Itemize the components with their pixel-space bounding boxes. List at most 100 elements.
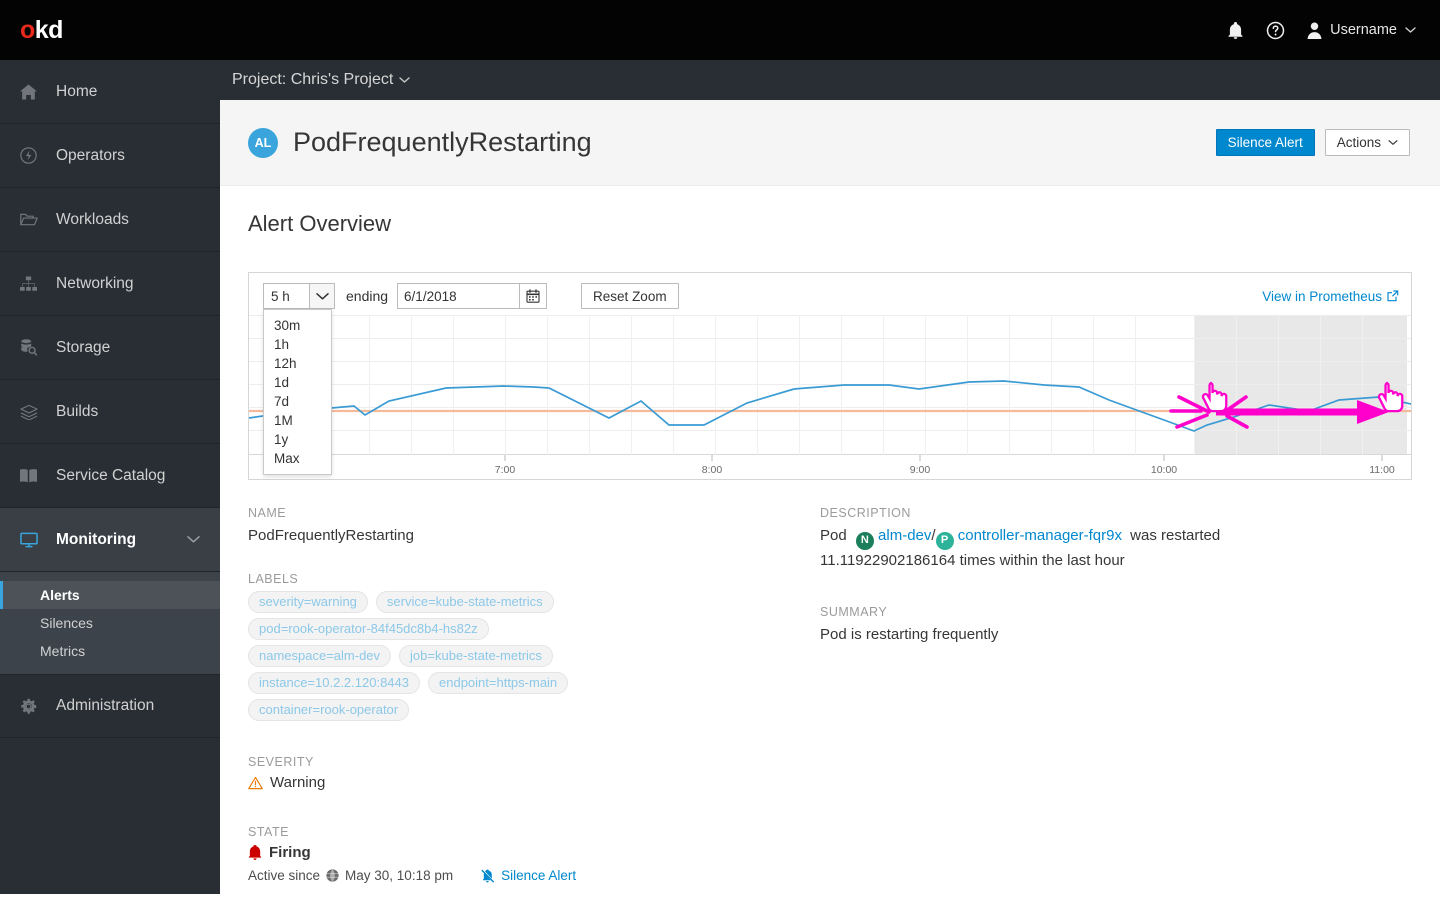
name-label: NAME xyxy=(248,506,287,520)
project-bar: Project: Chris's Project xyxy=(220,60,1440,100)
timespan-select[interactable]: 5 h 30m 1h 12h 1d 7d 1M 1y Max xyxy=(263,283,335,475)
end-date-input[interactable] xyxy=(397,283,520,309)
sidebar-item-label: Networking xyxy=(56,274,134,292)
sitemap-icon xyxy=(20,275,44,292)
labels-list: severity=warning service=kube-state-metr… xyxy=(248,591,578,722)
label-pill[interactable]: instance=10.2.2.120:8443 xyxy=(248,672,420,695)
project-selector[interactable]: Project: Chris's Project xyxy=(232,71,411,89)
chevron-down-icon[interactable] xyxy=(309,283,335,309)
label-pill[interactable]: endpoint=https-main xyxy=(428,672,569,695)
chevron-down-icon[interactable] xyxy=(187,531,200,549)
state-label: STATE xyxy=(248,825,289,840)
actions-dropdown-button[interactable]: Actions xyxy=(1324,129,1410,156)
gear-icon xyxy=(20,698,44,715)
timespan-option-30m[interactable]: 30m xyxy=(264,316,331,335)
sidebar-item-builds[interactable]: Builds xyxy=(0,380,220,444)
severity-block: SEVERITY Warning xyxy=(248,755,788,791)
namespace-link[interactable]: alm-dev xyxy=(878,527,931,544)
label-pill[interactable]: severity=warning xyxy=(248,591,368,614)
warning-triangle-icon xyxy=(248,776,263,790)
name-block: NAME PodFrequentlyRestarting xyxy=(248,506,788,546)
alert-graph-card: 5 h 30m 1h 12h 1d 7d 1M 1y Max ending Re… xyxy=(248,272,1412,480)
chart-toolbar: 5 h 30m 1h 12h 1d 7d 1M 1y Max ending Re… xyxy=(249,273,1411,475)
end-date-field[interactable] xyxy=(397,283,548,309)
sidebar-item-label: Builds xyxy=(56,402,99,420)
user-icon xyxy=(1307,22,1322,39)
sidebar-item-storage[interactable]: Storage xyxy=(0,316,220,380)
sidebar-item-workloads[interactable]: Workloads xyxy=(0,188,220,252)
masthead: okd Username xyxy=(0,0,1440,60)
sidebar-item-label: Storage xyxy=(56,338,111,356)
sidebar-item-service-catalog[interactable]: Service Catalog xyxy=(0,444,220,508)
sidebar-item-operators[interactable]: Operators xyxy=(0,124,220,188)
timespan-option-7d[interactable]: 7d xyxy=(264,392,331,411)
timespan-dropdown-menu[interactable]: 30m 1h 12h 1d 7d 1M 1y Max xyxy=(263,309,332,475)
silence-alert-link[interactable]: Silence Alert xyxy=(481,868,576,883)
silence-alert-button[interactable]: Silence Alert xyxy=(1215,129,1315,156)
timespan-option-1d[interactable]: 1d xyxy=(264,373,331,392)
svg-text:11:00: 11:00 xyxy=(1369,464,1395,476)
user-menu[interactable]: Username xyxy=(1307,22,1416,39)
chevron-down-icon xyxy=(399,76,411,84)
summary-label: SUMMARY xyxy=(820,605,888,620)
logo-o: o xyxy=(20,15,35,44)
state-value: Firing xyxy=(269,844,311,862)
timespan-option-12h[interactable]: 12h xyxy=(264,354,331,373)
pod-badge: P xyxy=(935,531,954,550)
logo-kd: kd xyxy=(34,15,64,44)
details-left-column: NAME PodFrequentlyRestarting LABELS seve… xyxy=(248,506,788,909)
sidebar: Home Operators Workloads Networking Stor… xyxy=(0,60,220,894)
alert-metric-chart[interactable]: 7:00 8:00 9:00 10:00 11:00 xyxy=(249,315,1411,479)
sidebar-item-silences[interactable]: Silences xyxy=(0,609,220,637)
actions-label: Actions xyxy=(1336,135,1381,150)
sidebar-item-label: Workloads xyxy=(56,210,129,228)
timespan-option-max[interactable]: Max xyxy=(264,449,331,468)
sidebar-item-alerts[interactable]: Alerts xyxy=(0,581,220,609)
timespan-option-1y[interactable]: 1y xyxy=(264,430,331,449)
description-prefix: Pod xyxy=(820,527,847,544)
help-circle-icon[interactable] xyxy=(1266,21,1285,40)
sidebar-item-label: Administration xyxy=(56,697,155,714)
sidebar-item-metrics[interactable]: Metrics xyxy=(0,637,220,665)
label-pill[interactable]: container=rook-operator xyxy=(248,699,410,722)
external-link-icon xyxy=(1387,290,1399,302)
description-separator: / xyxy=(931,527,936,544)
svg-text:8:00: 8:00 xyxy=(702,464,723,476)
chart-x-tick-labels: 7:00 8:00 9:00 10:00 11:00 xyxy=(495,464,1395,476)
timespan-option-1h[interactable]: 1h xyxy=(264,335,331,354)
label-pill[interactable]: pod=rook-operator-84f45dc8b4-hs82z xyxy=(248,618,489,641)
sidebar-item-monitoring[interactable]: Monitoring xyxy=(0,508,220,572)
state-value-row: Firing xyxy=(248,844,788,861)
severity-label: SEVERITY xyxy=(248,755,314,770)
svg-text:9:00: 9:00 xyxy=(910,464,931,476)
bell-icon[interactable] xyxy=(1227,21,1244,39)
username-label: Username xyxy=(1330,22,1397,38)
timespan-select-value[interactable]: 5 h xyxy=(263,283,309,309)
label-pill[interactable]: job=kube-state-metrics xyxy=(399,645,553,668)
sidebar-item-administration[interactable]: Administration xyxy=(0,674,220,738)
sidebar-item-home[interactable]: Home xyxy=(0,60,220,124)
section-title: Alert Overview xyxy=(248,211,392,236)
okd-logo[interactable]: okd xyxy=(20,15,64,44)
sidebar-item-label: Monitoring xyxy=(56,530,137,548)
chevron-down-icon xyxy=(1388,139,1398,146)
page-header: AL PodFrequentlyRestarting Silence Alert… xyxy=(220,100,1440,186)
chart-x-ticks xyxy=(504,455,1383,461)
sidebar-item-networking[interactable]: Networking xyxy=(0,252,220,316)
operators-icon xyxy=(20,147,44,164)
prometheus-link-label: View in Prometheus xyxy=(1262,288,1382,304)
reset-zoom-button[interactable]: Reset Zoom xyxy=(581,283,679,309)
summary-block: SUMMARY Pod is restarting frequently xyxy=(820,605,1340,645)
pod-link[interactable]: controller-manager-fqr9x xyxy=(958,527,1122,544)
calendar-icon[interactable] xyxy=(519,283,548,309)
details-right-column: DESCRIPTION Pod N alm-dev/P controller-m… xyxy=(820,506,1340,671)
timespan-option-1M[interactable]: 1M xyxy=(264,411,331,430)
namespace-badge: N xyxy=(855,531,874,550)
label-pill[interactable]: service=kube-state-metrics xyxy=(375,591,554,614)
state-block: STATE Firing Active since May 30, 10:18 … xyxy=(248,825,788,883)
chevron-down-icon xyxy=(1405,26,1416,34)
label-pill[interactable]: namespace=alm-dev xyxy=(248,645,392,668)
subnav-item-label: Metrics xyxy=(40,643,86,659)
view-in-prometheus-link[interactable]: View in Prometheus xyxy=(1262,289,1399,304)
labels-label: LABELS xyxy=(248,572,299,587)
